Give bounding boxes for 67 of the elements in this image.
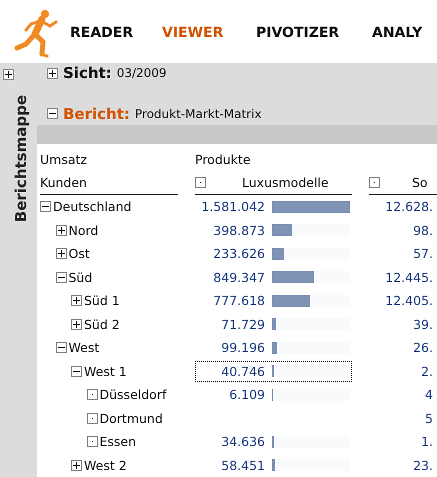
table-cell-text: 1. bbox=[420, 434, 434, 450]
plus-box-icon[interactable] bbox=[56, 224, 66, 236]
plus-box-icon[interactable] bbox=[71, 295, 82, 306]
section-value[interactable]: Produkt-Markt-Matrix bbox=[134, 106, 262, 121]
table-cell-text: 39. bbox=[412, 316, 434, 332]
tree-label[interactable]: Essen bbox=[100, 434, 136, 450]
dot-box-icon[interactable] bbox=[195, 177, 206, 188]
section-value[interactable]: 03/2009 bbox=[116, 66, 167, 80]
table-cell-text: 5 bbox=[424, 410, 434, 426]
tree-label[interactable]: Nord bbox=[68, 222, 98, 238]
runner-logo bbox=[14, 8, 58, 59]
number-text: 34.636 bbox=[220, 434, 265, 450]
dot-box-icon[interactable] bbox=[86, 389, 98, 400]
tree-label[interactable]: Düsseldorf bbox=[100, 387, 166, 402]
column-header[interactable]: Luxusmodelle bbox=[242, 175, 329, 190]
plus-box-icon[interactable] bbox=[56, 248, 66, 260]
dot-box-icon[interactable] bbox=[86, 436, 98, 448]
minus-box-icon[interactable] bbox=[40, 201, 51, 212]
table-cell-text: 57. bbox=[412, 246, 434, 262]
plus-box-icon[interactable] bbox=[3, 69, 14, 80]
table-cell-text: 26. bbox=[412, 340, 434, 356]
table-cell-text: 98. bbox=[412, 222, 434, 238]
table-cell-text: 12.405. bbox=[384, 293, 434, 308]
plus-box-icon[interactable] bbox=[71, 318, 82, 330]
section-label: Sicht: bbox=[63, 64, 112, 82]
number-text: 233.626 bbox=[212, 246, 265, 262]
number-text: 99.196 bbox=[220, 340, 265, 356]
number-text: 6.109 bbox=[228, 387, 265, 402]
tree-label[interactable]: Ost bbox=[68, 246, 90, 262]
table-cell-text: 23. bbox=[412, 458, 434, 473]
tree-label[interactable]: Deutschland bbox=[53, 199, 132, 214]
number-text: 71.729 bbox=[220, 316, 265, 332]
row-dimension-label: Kunden bbox=[40, 175, 87, 190]
table-cell-text: 12.628. bbox=[384, 199, 434, 214]
minus-box-icon[interactable] bbox=[71, 366, 82, 377]
column-dimension-label: Produkte bbox=[195, 152, 252, 166]
tree-label[interactable]: Süd 1 bbox=[84, 293, 120, 308]
measure-label: Umsatz bbox=[40, 152, 88, 166]
minus-box-icon[interactable] bbox=[47, 108, 58, 120]
column-header[interactable]: So bbox=[412, 175, 428, 190]
table-cell-text: 12.445. bbox=[384, 270, 434, 285]
nav-tab[interactable]: VIEWER bbox=[162, 25, 256, 41]
dot-box-icon[interactable] bbox=[86, 412, 98, 424]
minus-box-icon[interactable] bbox=[56, 342, 66, 354]
tree-label[interactable]: Dortmund bbox=[100, 410, 163, 426]
table-cell-text: 2. bbox=[420, 364, 434, 379]
tree-label[interactable]: West 2 bbox=[84, 458, 127, 473]
nav-tab[interactable]: PIVOTIZER bbox=[256, 25, 372, 41]
tree-label[interactable]: West 1 bbox=[84, 364, 127, 379]
plus-box-icon[interactable] bbox=[47, 68, 58, 79]
plus-box-icon[interactable] bbox=[71, 460, 82, 471]
tree-label[interactable]: Süd bbox=[68, 270, 92, 285]
dot-box-icon[interactable] bbox=[369, 177, 380, 188]
nav-tab[interactable]: ANALY bbox=[372, 25, 422, 41]
number-text: 398.873 bbox=[212, 222, 265, 238]
sidebar-title[interactable]: Berichtsmappe bbox=[12, 95, 37, 222]
number-text: 58.451 bbox=[220, 458, 265, 473]
number-text: 40.746 bbox=[220, 364, 265, 379]
tree-label[interactable]: Süd 2 bbox=[84, 316, 120, 332]
nav-tab[interactable]: READER bbox=[70, 25, 162, 41]
tree-label[interactable]: West bbox=[68, 340, 100, 356]
minus-box-icon[interactable] bbox=[56, 272, 66, 283]
number-text: 849.347 bbox=[212, 270, 265, 285]
section-label: Bericht: bbox=[63, 104, 130, 123]
number-text: 777.618 bbox=[212, 293, 265, 308]
number-text: 1.581.042 bbox=[200, 199, 265, 214]
table-cell-text: 4 bbox=[424, 387, 434, 402]
